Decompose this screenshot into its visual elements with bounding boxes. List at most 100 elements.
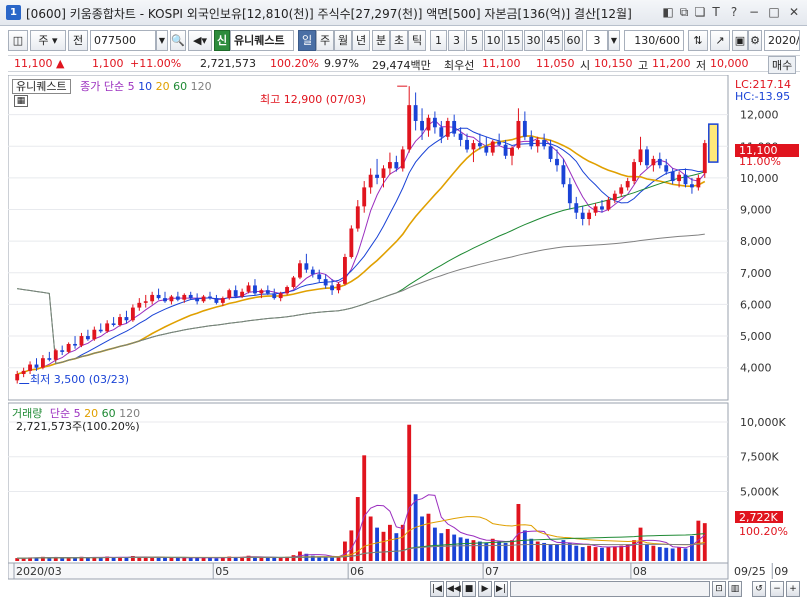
minute-60[interactable]: 60 <box>564 30 583 51</box>
minute-value-input[interactable]: 3 <box>586 30 608 51</box>
candle-body <box>66 343 71 352</box>
timeframe-day[interactable]: 일 <box>298 30 316 51</box>
candle-body <box>445 120 450 137</box>
volume-bar <box>432 527 437 561</box>
prev-button[interactable]: 전 <box>68 30 88 51</box>
chart-area[interactable]: 12,00011,00010,0009,0008,0007,0006,0005,… <box>7 74 807 605</box>
link-icon[interactable]: ◧ <box>660 4 676 20</box>
close-icon[interactable]: ✕ <box>786 4 802 20</box>
scroll-slider[interactable] <box>510 581 710 597</box>
stock-code-input[interactable]: 077500 <box>90 30 156 51</box>
best-quote-label: 최우선 <box>444 59 475 72</box>
candle-body <box>214 298 219 303</box>
table-icon[interactable]: ▦ <box>14 95 28 107</box>
save-icon[interactable]: ▣ <box>732 30 748 51</box>
minute-10[interactable]: 10 <box>484 30 503 51</box>
restore-layout-icon[interactable]: ⧉ <box>676 4 692 20</box>
volume-tick-label: 5,000K <box>740 485 779 498</box>
candle-body <box>651 158 656 166</box>
candle-body <box>240 291 245 297</box>
zoom-out-button[interactable]: − <box>770 581 784 597</box>
volume-current-text: 2,721,573주(100.20%) <box>16 420 140 433</box>
ma-60-label: 60 <box>173 80 188 93</box>
current-pct-text: 11.00% <box>739 155 781 168</box>
minimize-icon[interactable]: − <box>746 4 762 20</box>
draw-tool-icon[interactable]: ↗ <box>710 30 730 51</box>
timeframe-year[interactable]: 년 <box>352 30 370 51</box>
x-tick-label: 09/25 <box>734 565 766 578</box>
help-icon[interactable]: ? <box>726 4 742 20</box>
zoom-reset-button[interactable]: ↺ <box>752 581 766 597</box>
price-tick-label: 9,000 <box>740 204 772 217</box>
ma-5-label: 5 <box>127 80 135 93</box>
candle-body <box>484 146 489 153</box>
volume-ratio: 100.20% <box>270 57 319 70</box>
volume-bar <box>606 547 611 561</box>
volume-bar <box>619 545 624 561</box>
volume-bar <box>272 557 277 561</box>
candle-body <box>497 141 502 145</box>
scroll-last-button[interactable]: ▶| <box>494 581 508 597</box>
code-dropdown-icon[interactable]: ▼ <box>156 30 168 51</box>
price-change: 1,100 <box>92 57 124 70</box>
date-input[interactable]: 2020/09 <box>764 30 800 51</box>
data-count-input[interactable]: 130/600 <box>624 30 684 51</box>
candle-body <box>690 184 694 188</box>
minute-dropdown-icon[interactable]: ▼ <box>608 30 620 51</box>
trade-amount: 29,474백만 <box>372 59 431 72</box>
chart-mode-button[interactable]: ▥ <box>728 581 742 597</box>
price-legend: 유니퀘스트 종가 단순 5 10 20 60 120 <box>12 78 212 94</box>
timeframe-minute[interactable]: 분 <box>372 30 390 51</box>
minute-15[interactable]: 15 <box>504 30 523 51</box>
low-annotation: 최저 3,500 (03/23) <box>30 373 129 386</box>
volume-bar <box>677 547 682 561</box>
chart-type-icon[interactable]: ◫ <box>8 30 28 51</box>
copy-window-icon[interactable]: ❏ <box>692 4 708 20</box>
text-icon[interactable]: T <box>708 4 724 20</box>
price-pane-name[interactable]: 유니퀘스트 <box>12 79 71 94</box>
indicator-icon[interactable]: ⇅ <box>688 30 708 51</box>
chart-toolbar: ◫ 주 ▾ 전 077500 ▼ 🔍 ◀▾ 신 유니퀘스트 일 주 월 년 분 … <box>8 30 800 52</box>
zoom-in-button[interactable]: + <box>786 581 800 597</box>
minute-5[interactable]: 5 <box>466 30 483 51</box>
volume-bar <box>690 535 694 561</box>
minute-1[interactable]: 1 <box>430 30 447 51</box>
candle-body <box>124 317 129 321</box>
minute-3[interactable]: 3 <box>448 30 465 51</box>
candle-body <box>272 293 277 299</box>
timeframe-tick[interactable]: 틱 <box>408 30 426 51</box>
candle-body <box>201 296 206 302</box>
timeframe-second[interactable]: 초 <box>390 30 408 51</box>
candle-body <box>561 165 566 185</box>
minute-45[interactable]: 45 <box>544 30 563 51</box>
volume-bar <box>516 503 521 561</box>
candle-body <box>15 374 20 381</box>
candle-body <box>53 350 58 360</box>
candle-body <box>657 158 662 166</box>
minute-30[interactable]: 30 <box>524 30 543 51</box>
buy-button[interactable]: 매수 <box>768 56 797 74</box>
period-kind-select[interactable]: 주 ▾ <box>30 30 66 51</box>
volume-bar <box>670 548 675 561</box>
scroll-next-button[interactable]: ▶ <box>478 581 492 597</box>
scroll-prev-button[interactable]: ◀◀ <box>446 581 461 597</box>
speaker-icon[interactable]: ◀▾ <box>188 30 212 51</box>
candle-body <box>278 293 283 299</box>
timeframe-month[interactable]: 월 <box>334 30 352 51</box>
maximize-icon[interactable]: □ <box>766 4 782 20</box>
timeframe-week[interactable]: 주 <box>316 30 334 51</box>
high-price: 11,200 <box>652 57 691 70</box>
search-icon[interactable]: 🔍 <box>170 30 186 51</box>
candle-body <box>362 187 367 207</box>
candle-body <box>600 206 604 210</box>
candle-body <box>375 174 379 178</box>
candle-body <box>670 171 675 182</box>
scroll-stop-button[interactable]: ■ <box>462 581 476 597</box>
scroll-first-button[interactable]: |◀ <box>430 581 444 597</box>
volume-bar <box>330 557 335 561</box>
selection-box <box>708 123 719 163</box>
fit-button[interactable]: ⊡ <box>712 581 726 597</box>
candlestick-chart[interactable]: 12,00011,00010,0009,0008,0007,0006,0005,… <box>7 74 807 605</box>
candle-body <box>47 358 52 360</box>
settings-icon[interactable]: ⚙ <box>748 30 762 51</box>
